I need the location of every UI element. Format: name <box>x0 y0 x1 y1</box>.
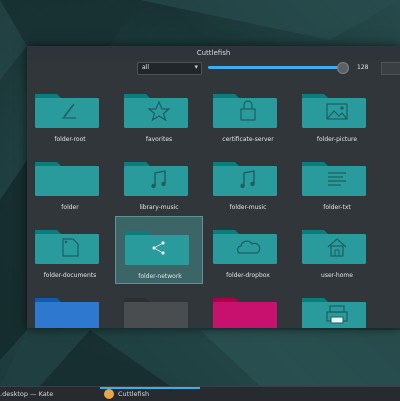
icon-item-favorites[interactable]: favorites <box>115 80 203 148</box>
icon-item-folder[interactable]: folder <box>27 148 114 216</box>
icon-label: folder-network <box>138 273 182 280</box>
cuttlefish-window: Cuttlefish all ▾ 128 folder-root favorite… <box>27 46 400 328</box>
folder-folder-icon <box>35 162 99 196</box>
icon-item-library-music[interactable]: library-music <box>115 148 203 216</box>
icon-label: folder-documents <box>43 272 97 279</box>
icon-label: folder-root <box>54 136 86 143</box>
folder-print-folder-icon <box>302 298 366 328</box>
taskbar: .desktop — Kate Cuttlefish <box>0 386 400 401</box>
icon-item-folder-documents[interactable]: folder-documents <box>27 216 114 284</box>
folder-picture-folder-icon <box>302 94 366 128</box>
icon-item-folder-network[interactable]: folder-network <box>115 216 203 284</box>
icon-item-folder-print[interactable] <box>293 284 381 328</box>
user-home-folder-icon <box>302 230 366 264</box>
icon-item-certificate-server[interactable]: certificate-server <box>204 80 292 148</box>
icon-label: user-home <box>321 272 353 279</box>
folder-blue-folder-icon <box>35 298 99 328</box>
toolbar: all ▾ 128 <box>27 60 400 76</box>
favorites-folder-icon <box>124 94 188 128</box>
icon-item-folder-dark[interactable] <box>115 284 203 328</box>
folder-magenta-folder-icon <box>213 298 277 328</box>
icon-item-folder-dropbox[interactable]: folder-dropbox <box>204 216 292 284</box>
folder-dropbox-folder-icon <box>213 230 277 264</box>
cuttlefish-app-icon <box>104 389 114 399</box>
folder-dark-folder-icon <box>124 298 188 328</box>
library-music-folder-icon <box>124 162 188 196</box>
icon-label: certificate-server <box>222 136 274 143</box>
icon-label: favorites <box>145 136 173 143</box>
icon-grid: folder-root favorites certificate-server fo… <box>27 76 400 328</box>
icon-item-folder-music[interactable]: folder-music <box>204 148 292 216</box>
taskbar-item-kate[interactable]: .desktop — Kate <box>0 390 53 398</box>
certificate-server-folder-icon <box>213 94 277 128</box>
filter-value: all <box>142 64 150 71</box>
icon-item-folder-blue[interactable] <box>27 284 114 328</box>
folder-music-folder-icon <box>213 162 277 196</box>
folder-txt-folder-icon <box>302 162 366 196</box>
filter-dropdown[interactable]: all ▾ <box>137 62 202 75</box>
icon-item-folder-picture[interactable]: folder-picture <box>293 80 381 148</box>
icon-label: folder-txt <box>323 204 351 211</box>
icon-label: folder-music <box>229 204 267 211</box>
icon-label: folder-dropbox <box>226 272 270 279</box>
titlebar[interactable]: Cuttlefish <box>27 46 400 60</box>
icon-size-spinbox[interactable] <box>381 62 400 75</box>
taskbar-item-cuttlefish[interactable]: Cuttlefish <box>118 390 149 398</box>
active-task-indicator <box>100 387 200 389</box>
icon-item-folder-txt[interactable]: folder-txt <box>293 148 381 216</box>
icon-item-folder-root[interactable]: folder-root <box>27 80 114 148</box>
folder-network-folder-icon <box>125 231 189 265</box>
folder-documents-folder-icon <box>35 230 99 264</box>
window-title: Cuttlefish <box>196 49 231 57</box>
slider-fill <box>208 66 343 69</box>
icon-item-user-home[interactable]: user-home <box>293 216 381 284</box>
icon-label: folder-picture <box>316 136 358 143</box>
chevron-down-icon: ▾ <box>194 63 198 71</box>
icon-label: library-music <box>139 204 179 211</box>
folder-root-folder-icon <box>35 94 99 128</box>
icon-size-slider[interactable] <box>208 62 350 74</box>
icon-label: folder <box>61 204 79 211</box>
icon-size-value: 128 <box>357 64 369 71</box>
slider-handle[interactable] <box>337 62 350 74</box>
icon-item-folder-magenta[interactable] <box>204 284 292 328</box>
